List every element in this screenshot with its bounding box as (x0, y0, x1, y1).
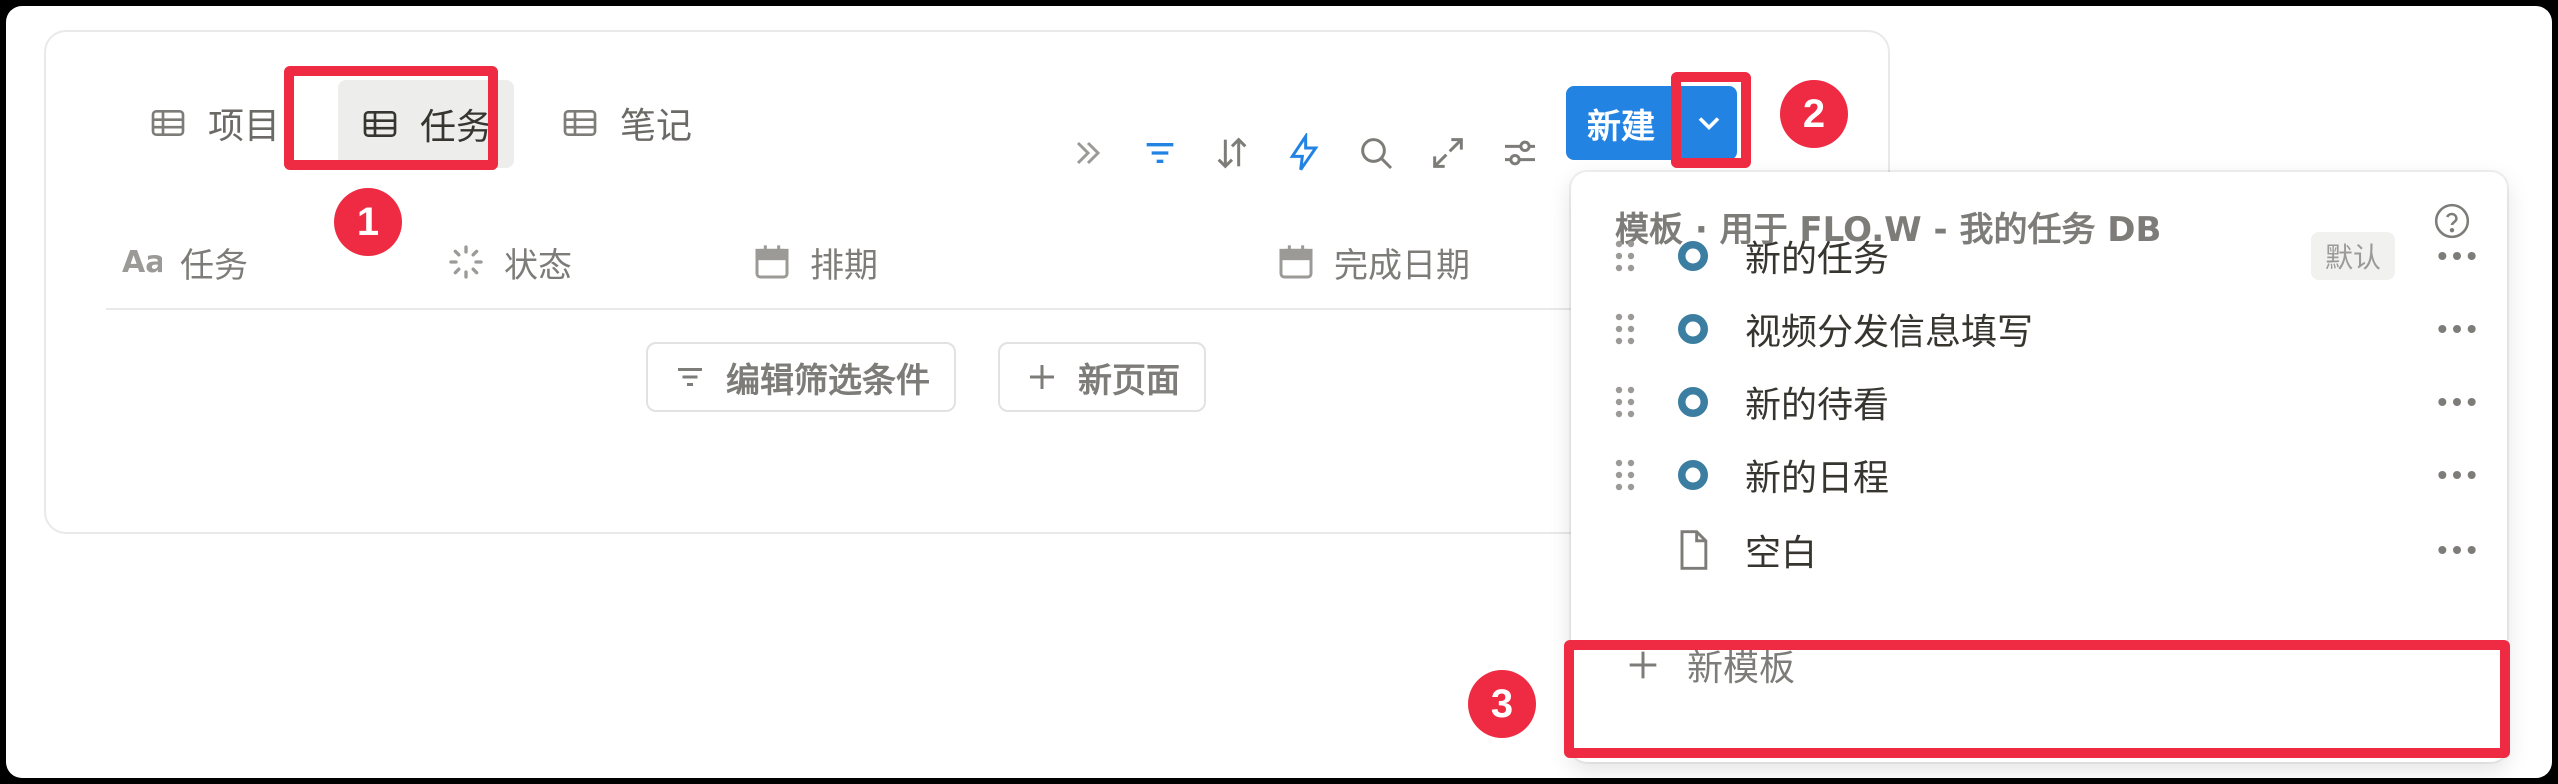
button-label: 新页面 (1078, 360, 1180, 401)
template-item[interactable]: 视频分发信息填写 (1571, 293, 2507, 365)
template-ring-icon (1678, 387, 1708, 417)
drag-handle-icon[interactable] (1611, 238, 1639, 274)
column-header-completion-date[interactable]: 完成日期 (1276, 234, 1470, 290)
template-label: 新的待看 (1745, 385, 1890, 426)
status-spinner-icon (449, 245, 483, 279)
header-divider (106, 308, 1606, 310)
template-label: 新的日程 (1745, 458, 1890, 499)
highlight-new-template (1564, 640, 2510, 758)
tab-projects[interactable]: 项目 (128, 92, 300, 154)
expand-icon[interactable] (1423, 128, 1473, 178)
template-ring-icon (1678, 460, 1708, 490)
column-label: 完成日期 (1334, 245, 1470, 286)
more-icon[interactable] (2437, 469, 2477, 481)
template-item[interactable]: 新的任务 默认 (1571, 220, 2507, 292)
drag-handle-icon[interactable] (1611, 311, 1639, 347)
edit-filter-button[interactable]: 编辑筛选条件 (646, 342, 956, 412)
template-label: 空白 (1745, 533, 1818, 574)
lightning-icon[interactable] (1279, 128, 1329, 178)
tab-label: 项目 (208, 106, 281, 147)
tab-label: 笔记 (620, 106, 693, 147)
blank-page-icon (1680, 530, 1708, 570)
more-icon[interactable] (2437, 396, 2477, 408)
highlight-tasks-tab (284, 66, 498, 170)
new-button[interactable]: 新建 (1566, 86, 1676, 160)
table-icon (151, 110, 185, 136)
calendar-icon (1279, 245, 1313, 279)
plus-icon (1030, 365, 1054, 389)
step-marker-1: 1 (334, 188, 402, 256)
filter-icon (678, 368, 702, 386)
column-label: 任务 (180, 245, 248, 286)
step-marker-3: 3 (1468, 670, 1536, 738)
new-page-button[interactable]: 新页面 (998, 342, 1206, 412)
more-icon[interactable] (2437, 250, 2477, 262)
calendar-icon (755, 245, 789, 279)
double-chevron-right-icon[interactable] (1063, 128, 1113, 178)
template-label: 新的任务 (1745, 239, 1890, 280)
search-icon[interactable] (1351, 128, 1401, 178)
svg-text:Aa: Aa (122, 245, 162, 280)
template-ring-icon (1678, 314, 1708, 344)
column-label: 排期 (810, 245, 878, 286)
button-label: 编辑筛选条件 (726, 360, 930, 401)
template-ring-icon (1678, 241, 1708, 271)
column-header-schedule[interactable]: 排期 (752, 234, 878, 290)
template-item[interactable]: 空白 (1571, 514, 2507, 586)
tab-notes[interactable]: 笔记 (540, 92, 712, 154)
template-item[interactable]: 新的待看 (1571, 366, 2507, 438)
more-icon[interactable] (2437, 544, 2477, 556)
default-badge: 默认 (2311, 232, 2396, 280)
text-aa-icon: Aa (122, 245, 162, 280)
highlight-new-dropdown (1671, 72, 1751, 168)
column-header-status[interactable]: 状态 (446, 234, 572, 290)
filter-icon[interactable] (1135, 128, 1185, 178)
column-header-task[interactable]: Aa 任务 (122, 234, 248, 290)
drag-handle-icon[interactable] (1611, 457, 1639, 493)
app-window: 项目 任务 笔记 Aa 任务 状态 排期 完成日期 编辑筛选条件 新页面 新建 … (6, 6, 2552, 778)
template-label: 视频分发信息填写 (1745, 312, 2034, 353)
table-icon (563, 110, 597, 136)
step-marker-2: 2 (1780, 80, 1848, 148)
template-item[interactable]: 新的日程 (1571, 439, 2507, 511)
column-label: 状态 (504, 245, 572, 286)
drag-handle-icon[interactable] (1611, 384, 1639, 420)
settings-sliders-icon[interactable] (1495, 128, 1545, 178)
more-icon[interactable] (2437, 323, 2477, 335)
sort-icon[interactable] (1207, 128, 1257, 178)
